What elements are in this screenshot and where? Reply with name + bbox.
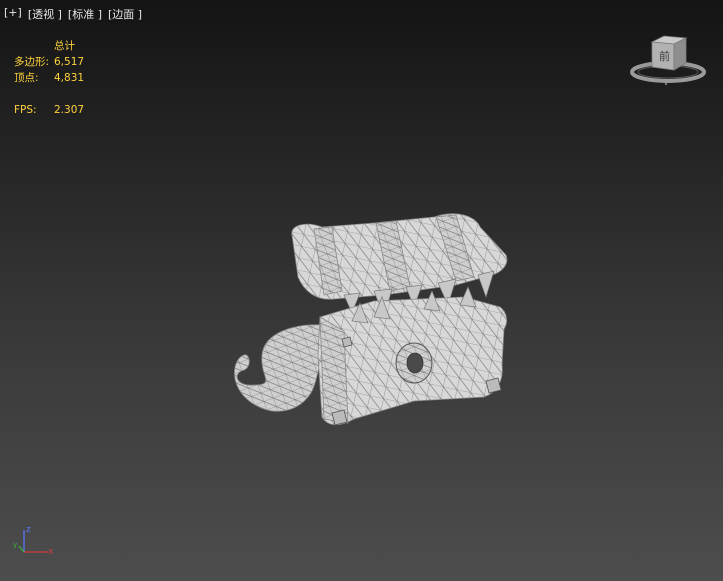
axis-x-label: x [48, 547, 54, 557]
viewport[interactable]: [+] [透视 ] [标准 ] [边面 ] 总计 多边形: 6,517 顶点: … [0, 0, 723, 581]
statistics-overlay: 总计 多边形: 6,517 顶点: 4,831 FPS: 2.307 [14, 38, 84, 118]
stats-vertices-row: 顶点: 4,831 [14, 70, 84, 86]
stats-polygons-row: 多边形: 6,517 [14, 54, 84, 70]
axis-z-label: z [26, 525, 31, 535]
viewport-shading-menu[interactable]: [标准 ] [68, 6, 102, 22]
chest-body-side [319, 316, 349, 424]
polygons-label: 多边形: [14, 56, 50, 68]
axis-y-label: y [13, 541, 17, 549]
polygons-value: 6,517 [54, 56, 85, 68]
vertices-label: 顶点: [14, 72, 39, 84]
fps-value: 2.307 [54, 104, 85, 116]
viewcube[interactable]: 前 [626, 30, 710, 90]
fps-label: FPS: [14, 104, 37, 116]
treasure-chest-mimic-mesh[interactable] [224, 205, 514, 440]
axis-y-line [18, 545, 25, 553]
viewport-style-menu[interactable]: [边面 ] [108, 6, 142, 22]
stats-spacer [14, 86, 84, 102]
viewcube-face-label: 前 [659, 49, 670, 63]
axis-tripod: z x y [13, 525, 54, 557]
vertices-value: 4,831 [54, 72, 85, 84]
stats-header: 总计 [54, 40, 75, 52]
stats-fps-row: FPS: 2.307 [14, 102, 84, 118]
viewport-view-menu[interactable]: [透视 ] [28, 6, 62, 22]
chest-lock-keyhole [406, 352, 424, 374]
viewport-label-menu: [+] [透视 ] [标准 ] [边面 ] [4, 6, 142, 22]
viewport-plus-menu[interactable]: [+] [4, 6, 22, 22]
